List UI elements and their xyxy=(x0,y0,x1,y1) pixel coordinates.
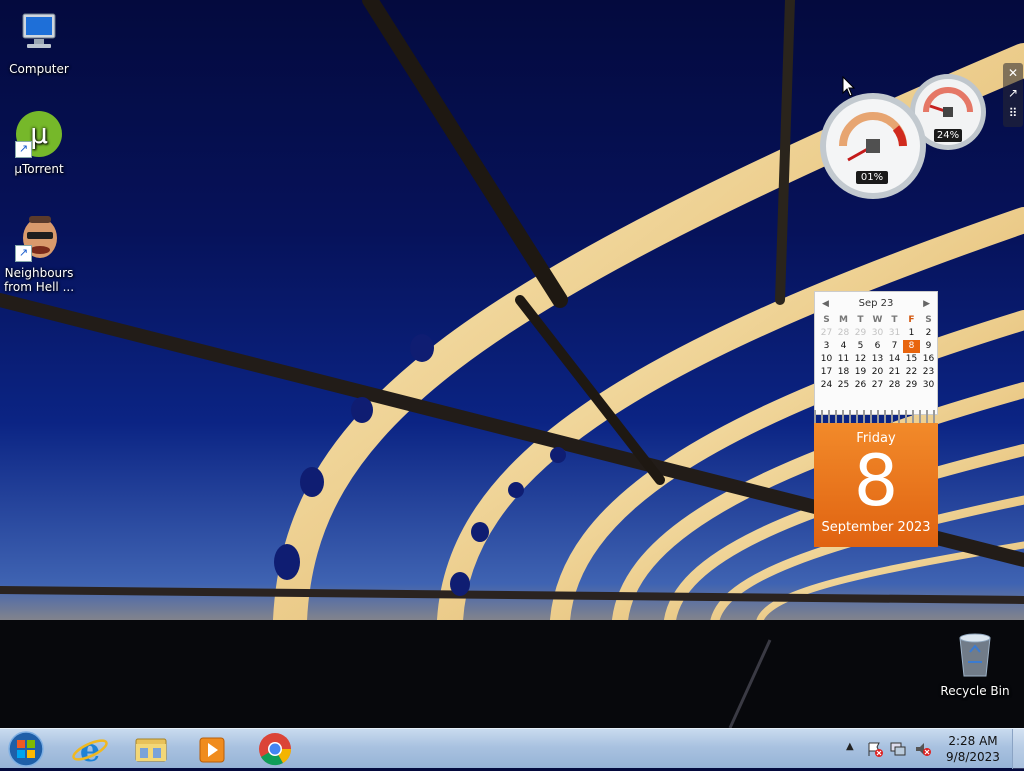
calendar-day[interactable]: 31 xyxy=(886,327,903,340)
calendar-day[interactable]: 14 xyxy=(886,353,903,366)
calendar-day[interactable]: 12 xyxy=(852,353,869,366)
mouse-cursor xyxy=(842,76,856,97)
system-tray: ▲ xyxy=(840,729,940,769)
media-player-icon xyxy=(199,737,225,763)
calendar-weekday-header: T xyxy=(857,315,864,325)
computer-icon xyxy=(15,10,63,58)
taskbar-internet-explorer[interactable]: e xyxy=(62,731,118,769)
svg-text:e: e xyxy=(80,731,100,767)
show-desktop-button[interactable] xyxy=(1012,729,1024,769)
taskbar: e ▲ 2:28 AM 9/8/2023 xyxy=(0,728,1024,769)
desktop-icon-label: Recycle Bin xyxy=(940,684,1010,698)
calendar-day[interactable]: 7 xyxy=(886,340,903,353)
desktop-icon-neighbours[interactable]: ↗ Neighbours from Hell ... xyxy=(1,214,77,294)
calendar-day[interactable]: 11 xyxy=(835,353,852,366)
calendar-binding-rings xyxy=(814,410,938,424)
calendar-day[interactable]: 20 xyxy=(869,366,886,379)
calendar-weekday-header: F xyxy=(908,315,915,325)
calendar-day[interactable]: 23 xyxy=(920,366,937,379)
calendar-day[interactable]: 29 xyxy=(903,379,920,392)
calendar-day[interactable]: 1 xyxy=(903,327,920,340)
next-month-button[interactable]: ▶ xyxy=(923,292,930,316)
calendar-day[interactable]: 25 xyxy=(835,379,852,392)
calendar-day[interactable]: 13 xyxy=(869,353,886,366)
calendar-day-number: 8 xyxy=(853,440,899,522)
desktop-icon-computer[interactable]: Computer xyxy=(1,10,77,76)
memory-usage-value: 24% xyxy=(934,129,962,142)
cpu-usage-value: 01% xyxy=(856,171,888,184)
desktop-icon-recycle-bin[interactable]: Recycle Bin xyxy=(937,632,1013,698)
calendar-weekday-header: M xyxy=(839,315,848,325)
calendar-day[interactable]: 26 xyxy=(852,379,869,392)
svg-text:µ: µ xyxy=(30,117,48,150)
calendar-day[interactable]: 3 xyxy=(818,340,835,353)
calendar-day[interactable]: 10 xyxy=(818,353,835,366)
show-hidden-icons-arrow[interactable]: ▲ xyxy=(846,741,854,752)
desktop-icon-utorrent[interactable]: µ ↗ µTorrent xyxy=(1,110,77,176)
recycle-bin-icon xyxy=(955,632,995,678)
calendar-day[interactable]: 17 xyxy=(818,366,835,379)
taskbar-clock[interactable]: 2:28 AM 9/8/2023 xyxy=(940,733,1006,765)
calendar-month-label: Sep 23 xyxy=(858,298,894,309)
calendar-weekday-header: W xyxy=(872,315,883,325)
calendar-day[interactable]: 24 xyxy=(818,379,835,392)
chrome-icon xyxy=(259,733,292,766)
calendar-day-view: Friday 8 September 2023 xyxy=(814,423,938,547)
shortcut-arrow-icon: ↗ xyxy=(15,245,32,262)
options-icon[interactable]: ↗ xyxy=(1003,83,1023,103)
shortcut-arrow-icon: ↗ xyxy=(15,141,32,158)
previous-month-button[interactable]: ◀ xyxy=(822,292,829,316)
volume-muted-icon[interactable] xyxy=(914,741,932,757)
calendar-day[interactable]: 21 xyxy=(886,366,903,379)
calendar-day[interactable]: 30 xyxy=(869,327,886,340)
calendar-day[interactable]: 22 xyxy=(903,366,920,379)
clock-time: 2:28 AM xyxy=(948,734,998,748)
calendar-month-year: September 2023 xyxy=(821,520,931,535)
calendar-gadget[interactable]: ◀ Sep 23 ▶ S M T W T F S 27 28 29 30 31 1 2 3 4 5 6 7 8 9 10 1… xyxy=(814,291,938,547)
calendar-day-today[interactable]: 8 xyxy=(903,340,920,353)
calendar-month-view: ◀ Sep 23 ▶ S M T W T F S 27 28 29 30 31 1 2 3 4 5 6 7 8 9 10 1… xyxy=(814,291,938,415)
desktop-icon-label: Computer xyxy=(9,62,69,76)
calendar-day[interactable]: 16 xyxy=(920,353,937,366)
calendar-day[interactable]: 27 xyxy=(818,327,835,340)
windows-start-icon xyxy=(8,731,44,767)
calendar-day[interactable]: 28 xyxy=(886,379,903,392)
calendar-day[interactable]: 15 xyxy=(903,353,920,366)
drag-handle-icon[interactable]: ⠿ xyxy=(1003,103,1023,123)
clock-date: 9/8/2023 xyxy=(946,750,1000,764)
desktop-icon-label: Neighbours from Hell ... xyxy=(3,266,75,294)
gadget-controls: ✕ ↗ ⠿ xyxy=(1003,63,1023,127)
calendar-day[interactable]: 29 xyxy=(852,327,869,340)
network-icon[interactable] xyxy=(889,741,907,757)
calendar-weekday-header: T xyxy=(891,315,898,325)
internet-explorer-icon: e xyxy=(72,731,108,769)
desktop-icon-label: µTorrent xyxy=(14,162,64,176)
calendar-day[interactable]: 27 xyxy=(869,379,886,392)
calendar-day[interactable]: 6 xyxy=(869,340,886,353)
action-center-flag-icon[interactable] xyxy=(866,741,884,757)
utorrent-icon: µ ↗ xyxy=(15,110,63,158)
calendar-day[interactable]: 5 xyxy=(852,340,869,353)
start-button[interactable] xyxy=(6,730,46,768)
calendar-day[interactable]: 2 xyxy=(920,327,937,340)
calendar-day[interactable]: 28 xyxy=(835,327,852,340)
calendar-day[interactable]: 18 xyxy=(835,366,852,379)
file-explorer-icon xyxy=(135,738,167,762)
calendar-day[interactable]: 30 xyxy=(920,379,937,392)
game-icon: ↗ xyxy=(15,214,63,262)
taskbar-media-player[interactable] xyxy=(184,731,240,767)
taskbar-chrome[interactable] xyxy=(247,731,303,767)
close-icon[interactable]: ✕ xyxy=(1003,63,1023,83)
taskbar-file-explorer[interactable] xyxy=(123,731,179,767)
calendar-day-grid: S M T W T F S 27 28 29 30 31 1 2 3 4 5 6 7 8 9 10 11 12 13 14 15 16… xyxy=(818,314,937,392)
calendar-day[interactable]: 4 xyxy=(835,340,852,353)
calendar-day[interactable]: 19 xyxy=(852,366,869,379)
calendar-day[interactable]: 9 xyxy=(920,340,937,353)
